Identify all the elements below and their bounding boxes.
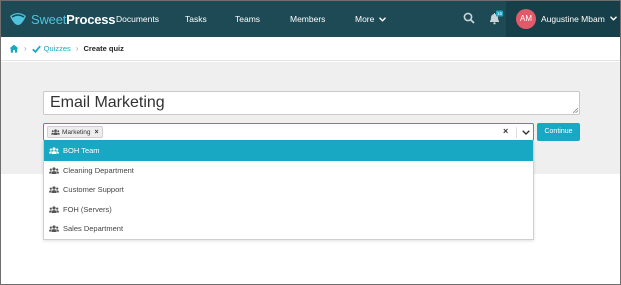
nav-more[interactable]: More (355, 1, 386, 37)
quiz-title-input[interactable]: Email Marketing (43, 91, 580, 115)
users-icon (49, 147, 59, 155)
select-divider (516, 127, 517, 138)
chevron-down-icon[interactable] (522, 130, 530, 135)
breadcrumb-separator: › (75, 44, 79, 53)
breadcrumb: › Quizzes › Create quiz (1, 37, 620, 61)
option-label: FOH (Servers) (63, 204, 112, 214)
team-dropdown-list: BOH Team Cleaning Department Customer Su… (43, 141, 534, 240)
users-icon (49, 167, 59, 174)
continue-button[interactable]: Continue (537, 123, 580, 141)
checkmark-icon (31, 45, 41, 53)
logo-mark-icon (10, 13, 26, 25)
selected-tag-chip: Marketing × (47, 126, 103, 138)
logo-text: SweetProcess (31, 11, 116, 27)
top-navbar: SweetProcess Documents Tasks Teams Membe… (1, 1, 620, 37)
nav-teams[interactable]: Teams (235, 1, 260, 37)
quiz-title-value: Email Marketing (50, 94, 165, 111)
nav-tasks[interactable]: Tasks (185, 1, 207, 37)
option-label: Customer Support (63, 185, 124, 195)
dropdown-option-boh-team[interactable]: BOH Team (44, 141, 533, 161)
option-label: Sales Department (63, 224, 124, 234)
resize-grip-icon[interactable] (572, 107, 578, 113)
option-label: BOH Team (63, 146, 100, 156)
home-icon[interactable] (9, 44, 19, 53)
team-select[interactable]: Marketing × × (43, 123, 534, 141)
nav-documents[interactable]: Documents (116, 1, 159, 37)
users-icon (49, 186, 59, 194)
users-icon (49, 225, 59, 233)
users-icon (49, 206, 59, 213)
user-menu[interactable]: AM Augustine Mbam (506, 1, 620, 37)
notification-badge: 16 (497, 11, 503, 16)
breadcrumb-quizzes-link[interactable]: Quizzes (44, 44, 71, 53)
dropdown-option-foh-servers[interactable]: FOH (Servers) (44, 200, 533, 220)
chevron-down-icon (610, 16, 617, 21)
dropdown-option-sales-department[interactable]: Sales Department (44, 219, 533, 239)
nav-more-label: More (355, 14, 375, 24)
sweetprocess-logo[interactable]: SweetProcess (9, 1, 116, 37)
search-icon[interactable] (463, 12, 475, 24)
users-icon (51, 129, 60, 135)
notification-bell-icon[interactable]: 16 (487, 10, 503, 26)
user-name: Augustine Mbam (541, 14, 605, 24)
dropdown-option-cleaning-department[interactable]: Cleaning Department (44, 161, 533, 181)
breadcrumb-current: Create quiz (83, 44, 124, 53)
avatar: AM (516, 9, 536, 29)
clear-selection-button[interactable]: × (503, 126, 508, 136)
selected-tag-label: Marketing (62, 128, 91, 136)
option-label: Cleaning Department (63, 165, 134, 175)
remove-tag-button[interactable]: × (95, 129, 99, 136)
dropdown-option-customer-support[interactable]: Customer Support (44, 180, 533, 200)
breadcrumb-separator: › (24, 44, 27, 53)
chevron-down-icon (378, 17, 386, 23)
nav-members[interactable]: Members (290, 1, 325, 37)
